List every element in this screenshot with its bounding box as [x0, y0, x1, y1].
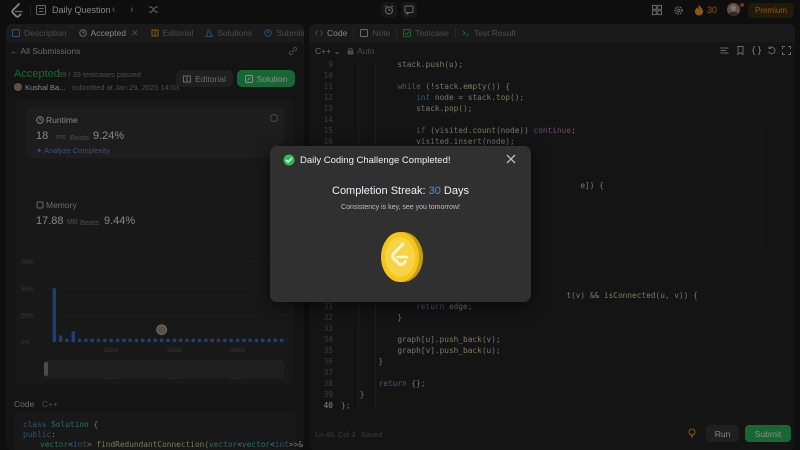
- streak-label: Completion Streak:: [332, 185, 426, 197]
- close-icon[interactable]: [505, 153, 517, 165]
- streak-unit: Days: [443, 185, 469, 197]
- leetcoin-icon: [381, 232, 423, 282]
- check-circle-icon: [283, 154, 295, 166]
- streak-value: 30: [428, 185, 441, 197]
- completion-streak: Completion Streak: 30 Days: [270, 185, 531, 197]
- modal-title: Daily Coding Challenge Completed!: [300, 155, 451, 166]
- modal-subtitle: Consistency is key, see you tomorrow!: [341, 204, 460, 211]
- daily-challenge-modal: Daily Coding Challenge Completed! Comple…: [270, 146, 531, 302]
